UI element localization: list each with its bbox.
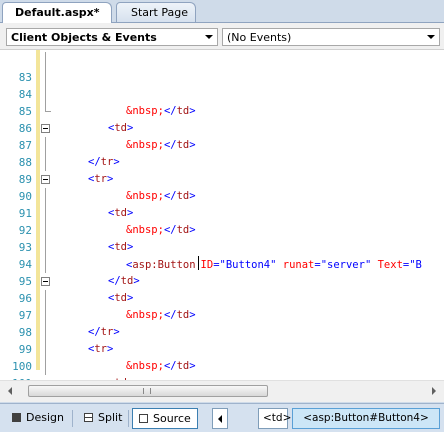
fold-guide [45,358,46,375]
fold-guide [45,222,46,239]
client-objects-dropdown[interactable]: Client Objects & Events [6,28,218,46]
fold-guide [45,239,46,256]
split-view-button[interactable]: Split [78,408,128,429]
code-line: 101 &nbsp;</td> [0,358,444,380]
collapse-icon[interactable] [41,175,50,184]
fold-guide [45,290,46,307]
code-line: 84 <td> [0,69,444,134]
horizontal-scrollbar[interactable] [0,380,444,402]
source-icon [139,414,148,423]
source-label: Source [153,412,191,425]
tab-label: Start Page [131,6,188,19]
breadcrumb-button[interactable]: <asp:Button#Button4> [292,408,440,429]
code-line: 87 <tr> [0,120,444,185]
fold-end-marker [45,103,51,112]
tab-label: Default.aspx* [15,6,100,19]
scroll-left-icon[interactable] [8,387,12,395]
divider [128,410,129,427]
grip-icon [143,388,151,394]
code-line: 83 &nbsp;</td> [0,52,444,117]
chevron-down-icon [427,35,435,39]
code-line: 89 <td> [0,154,444,219]
code-line: 88 &nbsp;</td> [0,137,444,202]
fold-guide [45,154,46,171]
scroll-right-icon[interactable] [432,387,436,395]
code-line: 100 &nbsp;</td> [0,341,444,373]
code-line: 92 <asp:Button ID="Button4" runat="server… [0,205,444,271]
fold-guide [45,137,46,154]
design-label: Design [26,411,64,424]
dropdown-value: (No Events) [227,31,292,44]
design-view-button[interactable]: Design [6,408,70,429]
split-icon [84,413,93,422]
code-line: 96 </tr> [0,273,444,338]
code-line: 95 &nbsp;</td> [0,256,444,321]
dropdown-value: Client Objects & Events [11,31,157,44]
code-line: 93 </td> [0,222,444,287]
document-tab-strip: Start Page Default.aspx* [0,0,444,23]
collapse-icon[interactable] [41,277,50,286]
code-line: 99 <td> [0,324,444,380]
code-line: 91 <td> [0,188,444,253]
breadcrumb-td[interactable]: <td> [258,408,291,429]
events-dropdown[interactable]: (No Events) [222,28,440,46]
breadcrumb-back-button[interactable] [212,408,228,429]
navigation-bar: Client Objects & Events (No Events) [0,23,444,50]
view-bar: Design Split Source <td> <asp:Button#But… [0,403,444,432]
scrollbar-thumb[interactable] [28,385,268,397]
fold-guide [45,341,46,358]
source-view-button[interactable]: Source [132,408,198,429]
fold-guide [45,205,46,222]
divider [72,410,73,427]
code-line: 85 &nbsp;</td> [0,86,444,151]
fold-guide [45,69,46,86]
code-line: 97 <tr> [0,290,444,355]
code-editor[interactable]: 83 &nbsp;</td> 84 <td> 85 &nbsp;</td> 86… [0,50,444,380]
code-line: 90 &nbsp;</td> [0,171,444,236]
tab-start-page[interactable]: Start Page [116,2,196,22]
fold-guide [45,188,46,205]
fold-guide [45,86,46,103]
fold-guide [45,52,46,69]
split-label: Split [98,411,123,424]
fold-guide [45,324,46,341]
design-icon [12,413,21,422]
fold-guide [45,307,46,324]
tab-default-aspx[interactable]: Default.aspx* [2,2,112,23]
fold-guide [45,256,46,273]
collapse-icon[interactable] [41,124,50,133]
code-line: 94 <td> [0,239,444,304]
code-line: 86 </tr> [0,103,444,168]
code-line: 98 &nbsp;</td> [0,307,444,372]
chevron-down-icon [205,35,213,39]
editor-frame: Client Objects & Events (No Events) 83 &… [0,22,444,402]
